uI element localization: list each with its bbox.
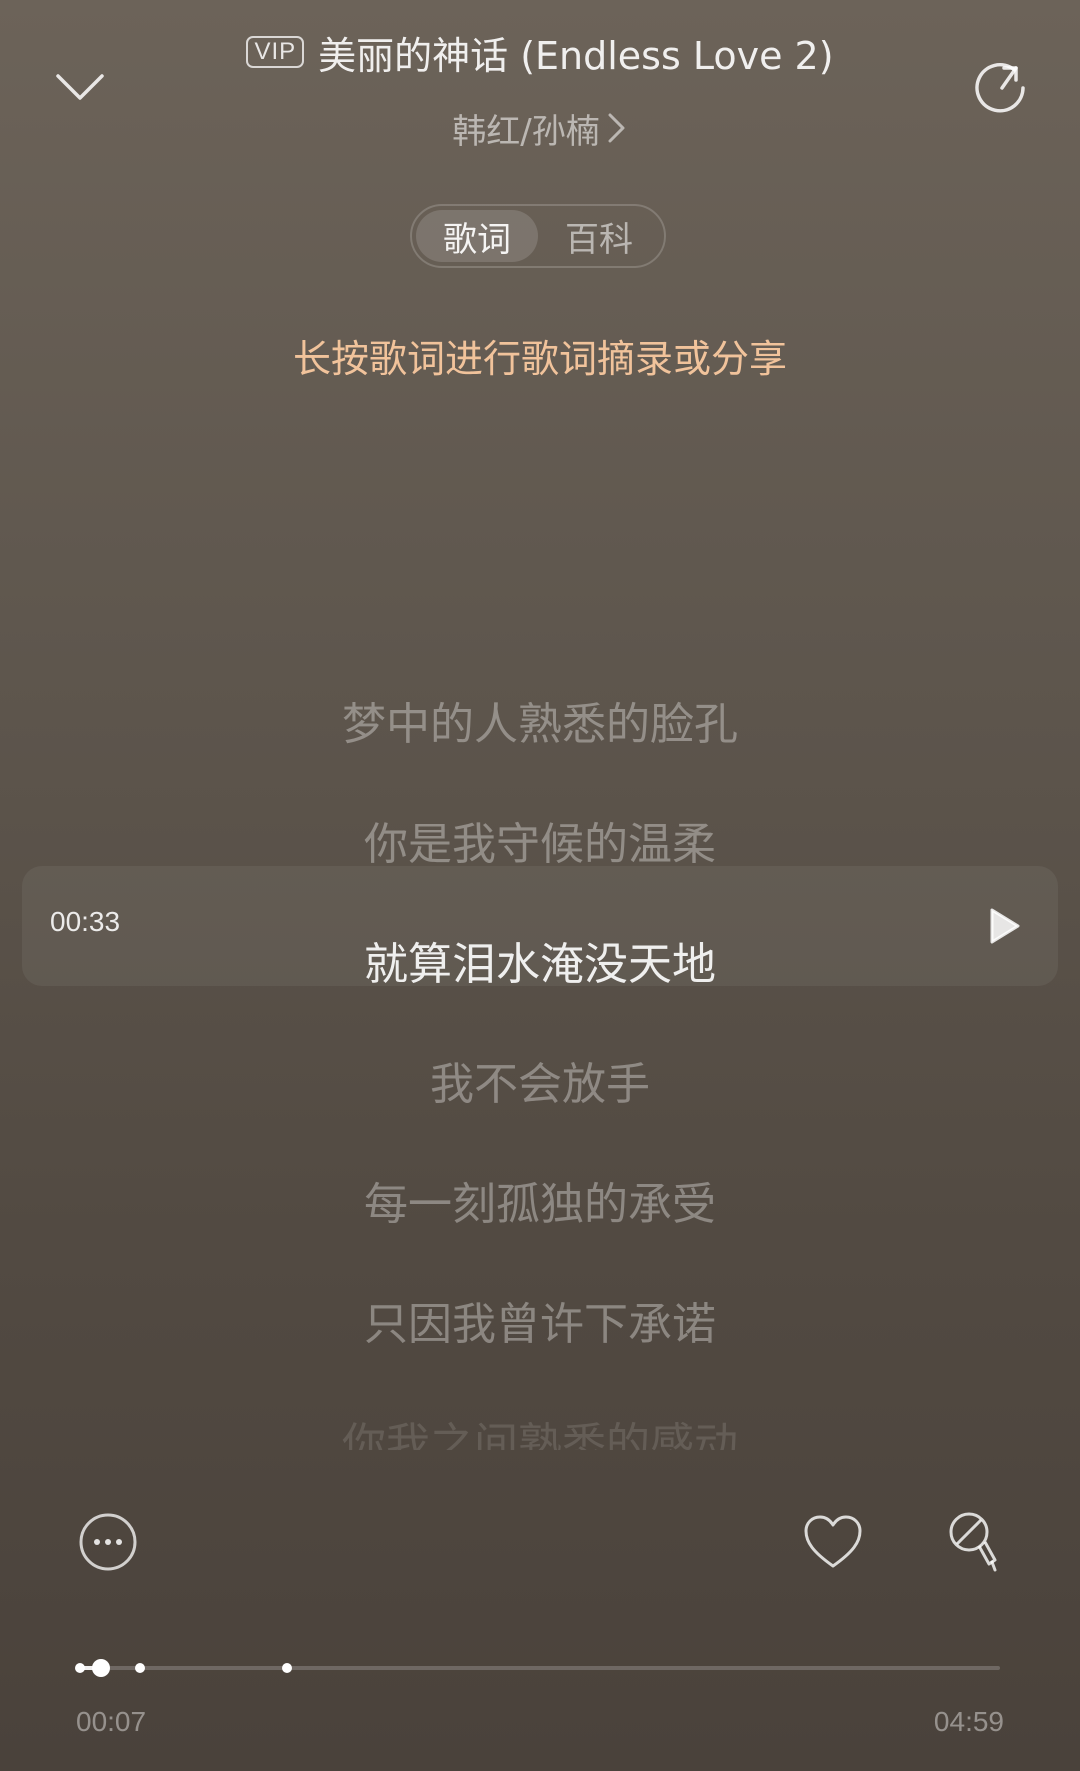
lyrics-hint: 长按歌词进行歌词摘录或分享 <box>292 337 787 381</box>
progress-marker <box>134 1663 145 1673</box>
progress-track <box>80 1666 1000 1670</box>
progress-knob[interactable] <box>92 1659 111 1677</box>
song-title: 美丽的神话 (Endless Love 2) <box>318 33 834 78</box>
view-tabs: 歌词 百科 <box>410 204 666 268</box>
heart-icon <box>804 1515 862 1568</box>
sing-button[interactable] <box>939 1506 1011 1578</box>
title-row: VIP 美丽的神话 (Endless Love 2) <box>0 24 1080 80</box>
vip-badge: VIP <box>246 36 305 68</box>
artist-link[interactable]: 韩红/孙楠 <box>0 104 1080 152</box>
lyric-line[interactable]: 每一刻孤独的承受 <box>0 1140 1080 1260</box>
progress-marker <box>75 1663 85 1673</box>
artist-name: 韩红/孙楠 <box>452 111 600 152</box>
player-header: VIP 美丽的神话 (Endless Love 2) 韩红/孙楠 <box>0 0 1080 200</box>
microphone-icon <box>949 1512 997 1572</box>
more-button[interactable] <box>72 1506 144 1578</box>
progress-bar[interactable] <box>75 1650 1000 1686</box>
tab-wiki[interactable]: 百科 <box>538 210 660 262</box>
lyric-line[interactable]: 你是我守候的温柔 <box>0 780 1080 900</box>
lyric-line-current[interactable]: 就算泪水淹没天地 <box>0 900 1080 1020</box>
lyric-line[interactable]: 你我之间熟悉的感动 <box>0 1380 1080 1450</box>
lyric-line[interactable]: 我不会放手 <box>0 1020 1080 1140</box>
current-time: 00:07 <box>76 1706 147 1737</box>
chevron-right-icon <box>608 113 625 143</box>
progress-marker <box>282 1663 292 1673</box>
like-button[interactable] <box>797 1506 869 1578</box>
lyric-line[interactable]: 只因我曾许下承诺 <box>0 1260 1080 1380</box>
tab-lyrics[interactable]: 歌词 <box>416 210 538 262</box>
lyric-line[interactable]: 梦中的人熟悉的脸孔 <box>0 660 1080 780</box>
share-button[interactable] <box>966 52 1038 124</box>
total-time: 04:59 <box>933 1706 1004 1737</box>
share-icon <box>975 63 1025 113</box>
lyrics-panel: 梦中的人熟悉的脸孔 你是我守候的温柔 就算泪水淹没天地 我不会放手 每一刻孤独的… <box>0 660 1080 1450</box>
more-icon <box>79 1513 137 1571</box>
